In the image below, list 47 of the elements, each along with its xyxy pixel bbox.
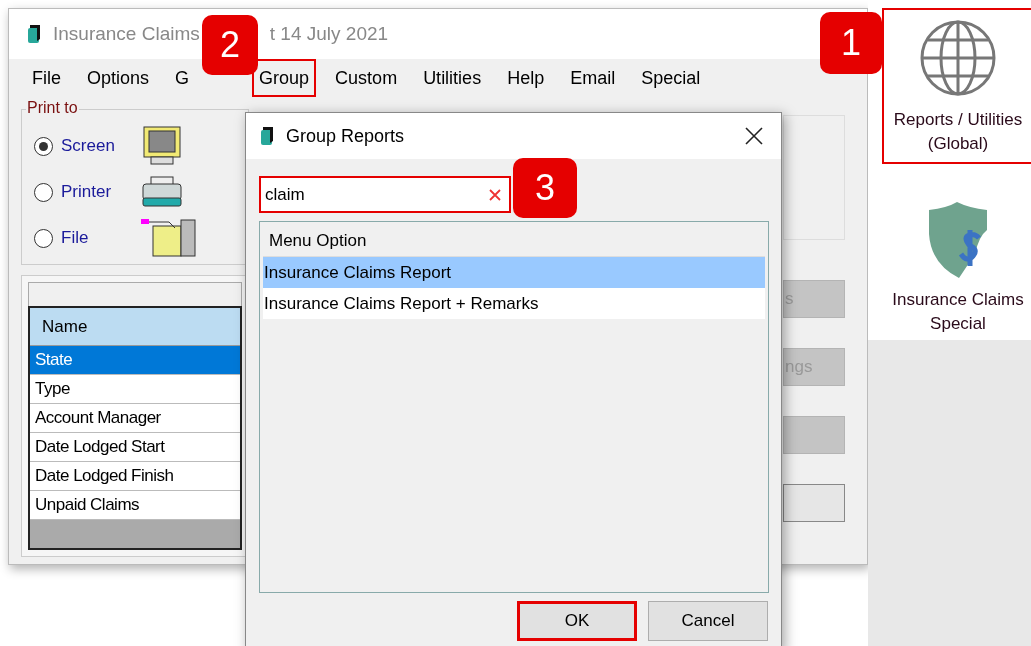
tile-label: Reports / Utilities (Global) — [892, 109, 1024, 155]
list-row[interactable]: Account Manager — [30, 404, 240, 433]
radio-label: File — [61, 227, 90, 250]
printer-icon — [141, 176, 183, 208]
launcher-tile[interactable]: Insurance Claims Special — [882, 192, 1031, 344]
radio-button[interactable] — [34, 136, 53, 156]
menu-item[interactable]: Special — [634, 59, 708, 97]
window-title: Insurance Claims — [53, 21, 200, 46]
menu-item[interactable]: Custom — [328, 59, 405, 97]
radio-label: Screen — [61, 135, 116, 158]
database-icon — [260, 126, 276, 146]
globe-icon — [918, 18, 998, 98]
list-row[interactable]: Date Lodged Finish — [30, 462, 240, 491]
dialog-title: Group Reports — [286, 124, 406, 148]
launcher-tile[interactable]: Reports / Utilities (Global) — [882, 8, 1031, 164]
window-title: t 14 July 2021 — [269, 21, 389, 46]
list-row[interactable]: State — [30, 346, 240, 375]
column-header: Name — [30, 308, 240, 346]
callout-badge: 3 — [513, 158, 577, 218]
menu-item[interactable]: Options — [80, 59, 157, 97]
list-row[interactable]: Insurance Claims Report + Remarks — [263, 288, 765, 319]
callout-badge: 1 — [820, 12, 882, 74]
radio-button[interactable] — [34, 228, 53, 248]
monitor-icon — [141, 126, 183, 166]
dialog-button[interactable]: Cancel — [648, 601, 768, 641]
menu-item[interactable]: G — [168, 59, 197, 97]
list-row[interactable]: Type — [30, 375, 240, 404]
tile-label: Insurance Claims Special — [891, 289, 1025, 335]
side-button[interactable] — [783, 484, 845, 522]
menu-item[interactable]: Utilities — [416, 59, 489, 97]
close-icon[interactable] — [745, 127, 763, 145]
search-field[interactable]: claim — [259, 176, 511, 213]
dialog-button[interactable]: OK — [517, 601, 637, 641]
callout-badge: 2 — [202, 15, 258, 75]
database-icon — [27, 24, 43, 44]
list-row[interactable]: Date Lodged Start — [30, 433, 240, 462]
filing-cabinet-icon — [141, 218, 197, 258]
radio-button[interactable] — [34, 182, 53, 202]
search-input[interactable]: claim — [265, 181, 489, 208]
list-row[interactable]: Unpaid Claims — [30, 491, 240, 520]
list-row[interactable]: Insurance Claims Report — [263, 257, 765, 288]
menu-item[interactable]: File — [25, 59, 68, 97]
clear-icon[interactable] — [489, 188, 501, 201]
menu-item[interactable]: Help — [500, 59, 552, 97]
radio-label: Printer — [61, 181, 113, 204]
group-label: Print to — [26, 100, 79, 116]
menu-item[interactable]: Email — [563, 59, 623, 97]
